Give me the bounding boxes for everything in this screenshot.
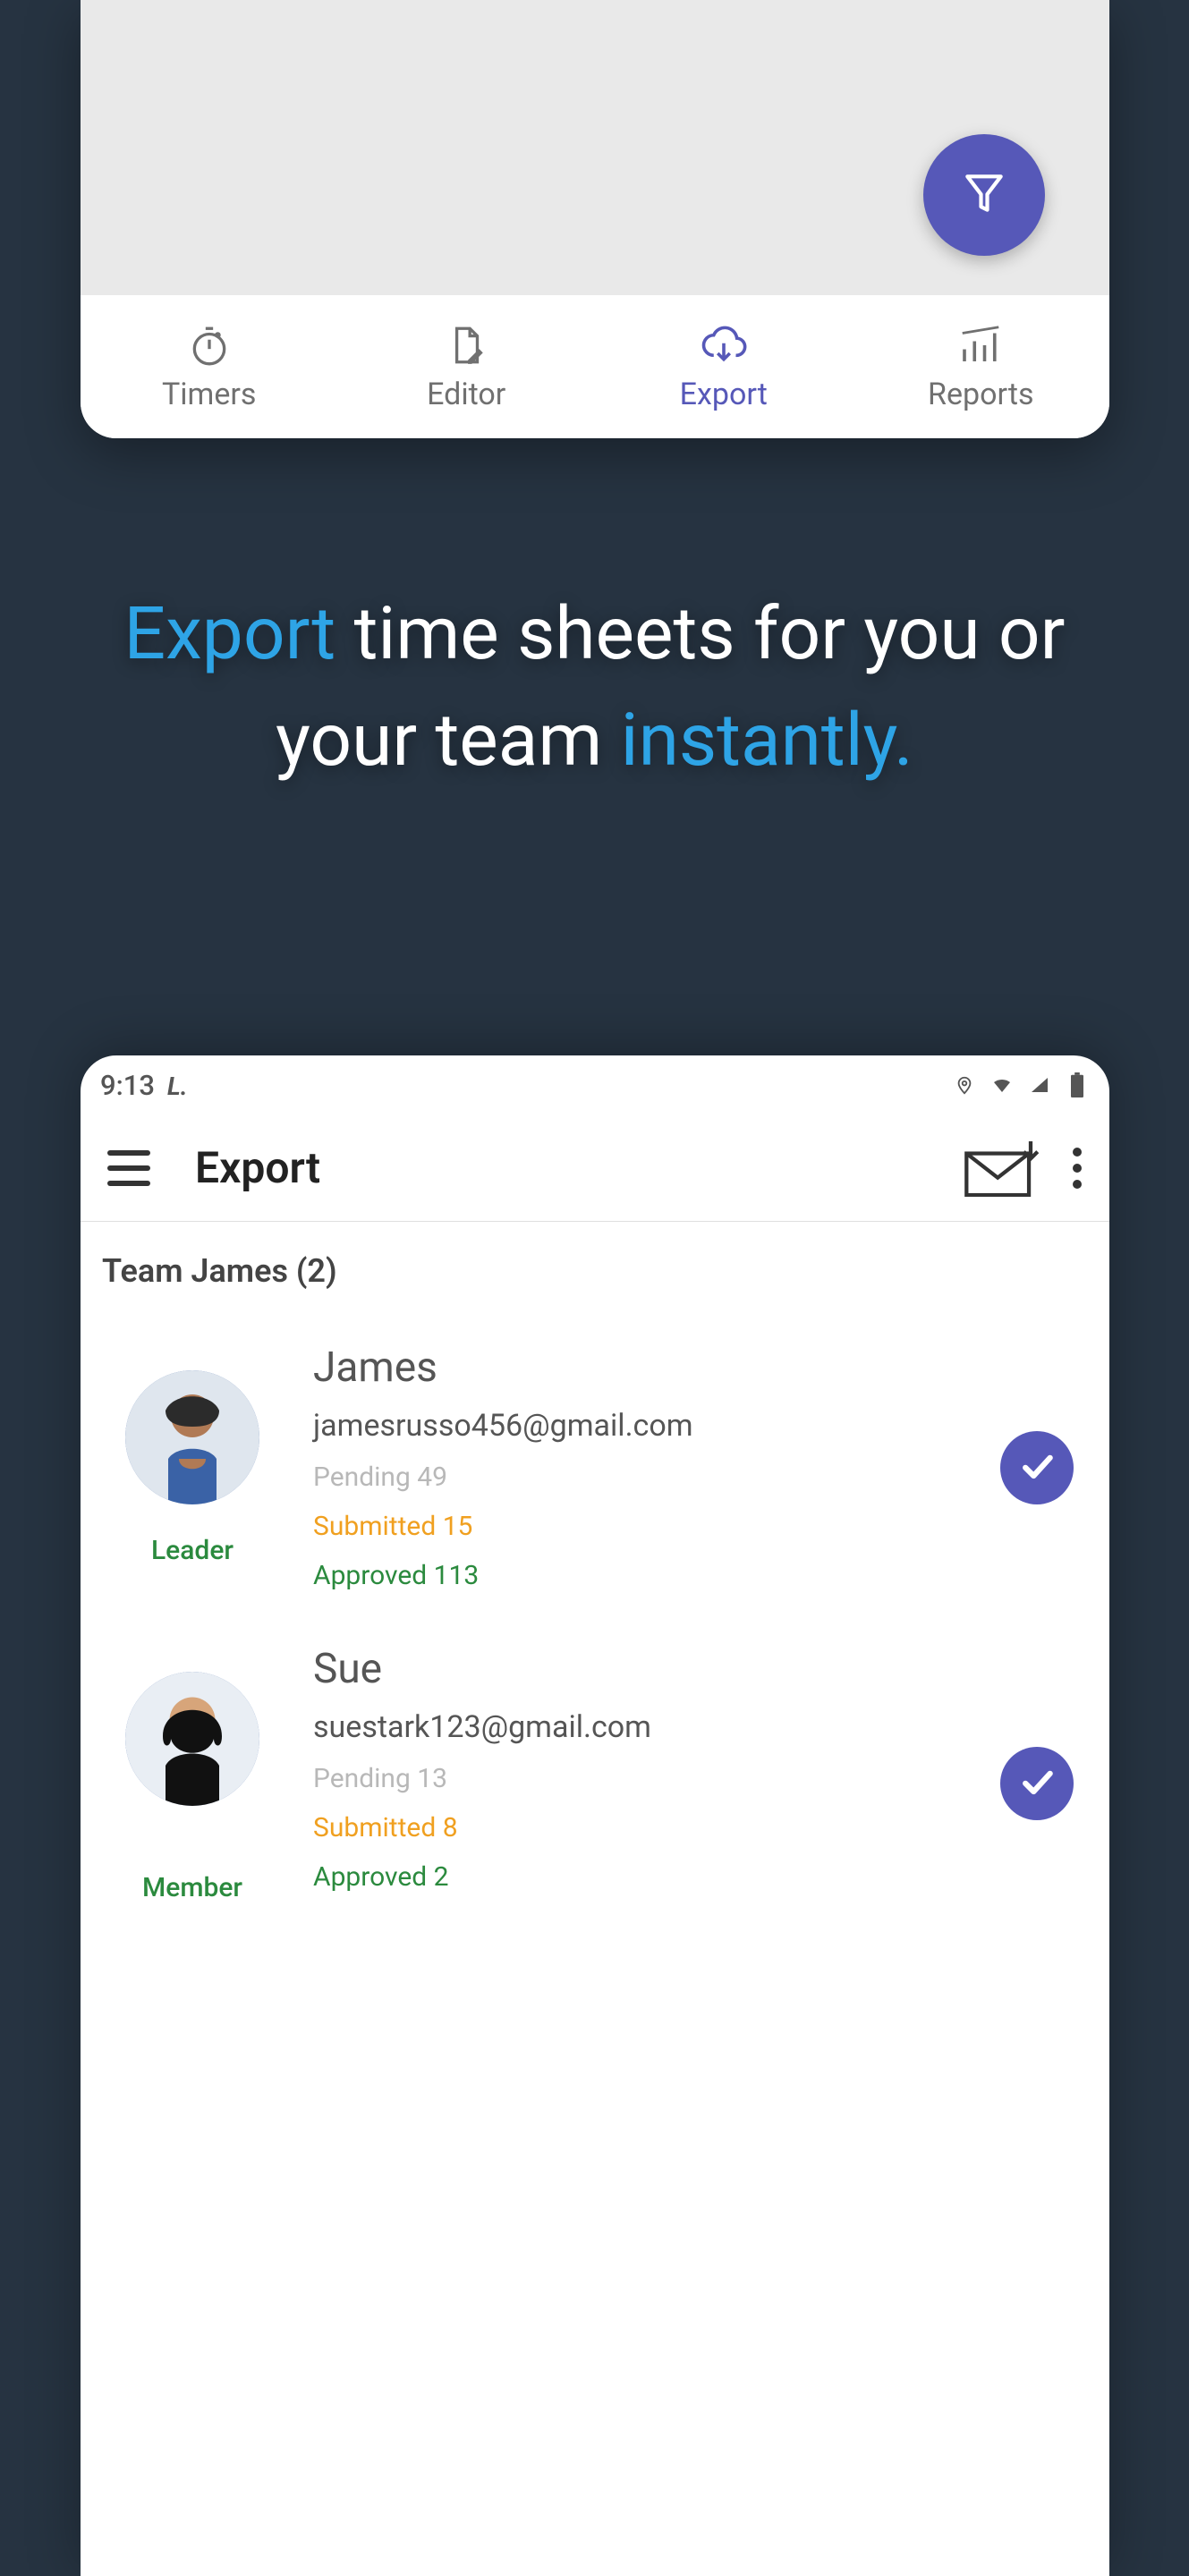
member-name: Sue: [313, 1645, 955, 1693]
status-bar: 9:13 L.: [81, 1055, 1109, 1114]
member-role: Leader: [151, 1535, 234, 1566]
tab-label: Export: [680, 377, 768, 412]
check-icon: [1017, 1762, 1057, 1805]
app-bar: Export: [81, 1114, 1109, 1222]
hamburger-icon[interactable]: [107, 1150, 150, 1186]
tab-reports[interactable]: Reports: [853, 295, 1110, 438]
phone-fragment-bottom: 9:13 L. Export: [81, 1055, 1109, 2576]
member-selected-check[interactable]: [1000, 1431, 1074, 1504]
cell-signal-icon: [1027, 1072, 1052, 1097]
headline-accent-1: Export: [124, 591, 336, 677]
member-submitted: Submitted 8: [313, 1812, 955, 1843]
kebab-icon[interactable]: [1072, 1148, 1083, 1189]
member-approved: Approved 113: [313, 1560, 955, 1591]
member-email: jamesrusso456@gmail.com: [313, 1408, 955, 1444]
page-title: Export: [195, 1142, 320, 1193]
team-section-header: Team James (2): [81, 1222, 1109, 1308]
avatar: [125, 1370, 259, 1504]
headline-accent-2: instantly.: [621, 698, 913, 784]
status-app-indicator: L.: [167, 1072, 188, 1101]
member-submitted: Submitted 15: [313, 1511, 955, 1542]
status-time: 9:13: [100, 1069, 155, 1102]
bar-chart-icon: [949, 321, 1012, 369]
location-icon: [952, 1072, 977, 1097]
check-icon: [1017, 1446, 1057, 1489]
avatar: [125, 1672, 259, 1806]
member-approved: Approved 2: [313, 1861, 955, 1893]
tab-export[interactable]: Export: [595, 295, 853, 438]
tab-label: Timers: [162, 377, 256, 412]
member-pending: Pending 49: [313, 1462, 955, 1493]
member-email: suestark123@gmail.com: [313, 1709, 955, 1745]
member-pending: Pending 13: [313, 1763, 955, 1794]
stopwatch-icon: [178, 321, 241, 369]
member-role: Member: [106, 1836, 278, 1921]
battery-icon: [1065, 1072, 1090, 1097]
bottom-tab-bar: Timers Editor Export: [81, 295, 1109, 438]
phone-fragment-top: Timers Editor Export: [81, 0, 1109, 438]
team-member-row[interactable]: Member Sue suestark123@gmail.com Pending…: [81, 1609, 1109, 1939]
tab-editor[interactable]: Editor: [338, 295, 596, 438]
funnel-icon: [959, 168, 1009, 222]
marketing-headline: Export time sheets for you or your team …: [0, 581, 1189, 794]
wifi-icon: [989, 1072, 1015, 1097]
tab-timers[interactable]: Timers: [81, 295, 338, 438]
team-member-row[interactable]: Leader James jamesrusso456@gmail.com Pen…: [81, 1308, 1109, 1609]
filter-fab[interactable]: [923, 134, 1045, 256]
tab-label: Editor: [427, 377, 505, 412]
document-edit-icon: [435, 321, 497, 369]
member-name: James: [313, 1343, 955, 1392]
cloud-download-icon: [692, 321, 755, 369]
mail-download-icon[interactable]: [964, 1141, 1036, 1195]
tab-label: Reports: [928, 377, 1034, 412]
member-selected-check[interactable]: [1000, 1747, 1074, 1820]
